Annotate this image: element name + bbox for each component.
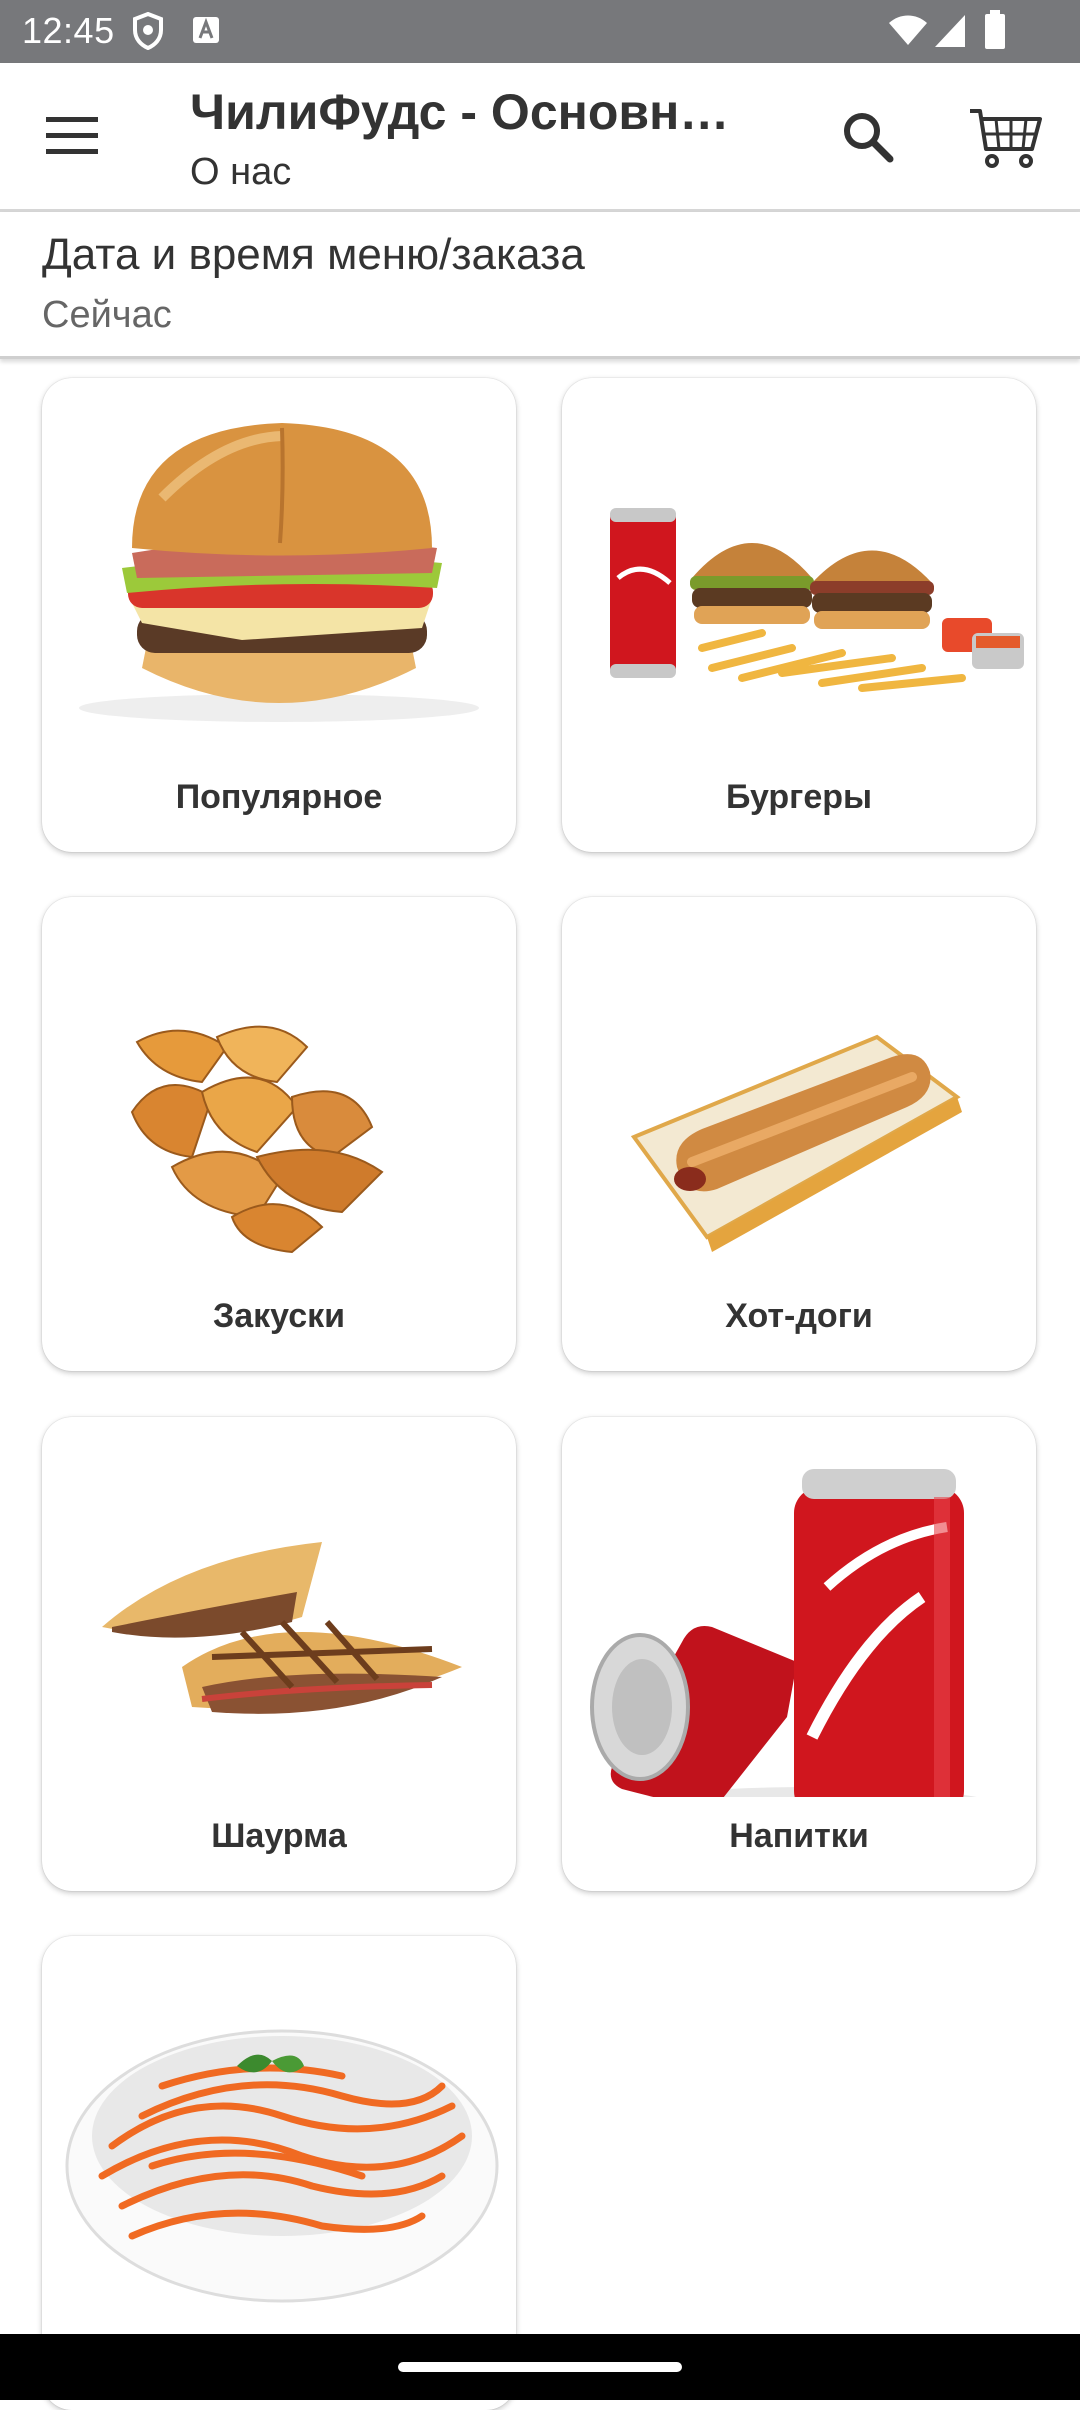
home-gesture-handle[interactable] xyxy=(398,2362,682,2372)
category-name: Напитки xyxy=(729,1817,869,1855)
category-card-burgers[interactable]: Бургеры xyxy=(562,378,1036,852)
order-datetime-selector[interactable]: Дата и время меню/заказа Сейчас xyxy=(0,212,1080,359)
burger-left xyxy=(690,543,814,624)
category-name: Бургеры xyxy=(725,778,873,816)
potato-wedges-image xyxy=(130,1025,384,1254)
category-card-snacks[interactable]: Закуски xyxy=(42,897,516,1371)
cola-cans-image xyxy=(590,1469,977,1797)
wifi-icon xyxy=(889,15,927,45)
shield-icon xyxy=(133,12,163,50)
burger-right xyxy=(810,550,934,629)
cart-icon[interactable] xyxy=(968,103,1044,173)
status-time: 12:45 xyxy=(22,10,115,51)
order-datetime-value: Сейчас xyxy=(42,294,172,336)
category-card-drinks[interactable]: Напитки xyxy=(562,1417,1036,1891)
category-card-shawarma[interactable]: Шаурма xyxy=(42,1417,516,1891)
hotdog-image xyxy=(630,1034,962,1252)
fries xyxy=(698,629,966,692)
status-bar: 12:45 xyxy=(0,0,1080,63)
category-card-hotdogs[interactable]: Хот-доги xyxy=(562,897,1036,1371)
category-name: Хот-доги xyxy=(725,1297,873,1335)
shawarma-image xyxy=(102,1542,462,1714)
system-navigation-bar xyxy=(0,2334,1080,2400)
search-icon[interactable] xyxy=(838,107,898,167)
about-link[interactable]: О нас xyxy=(190,151,291,194)
hamburger-menu-icon[interactable] xyxy=(40,109,104,161)
category-card-popular[interactable]: Популярное xyxy=(42,378,516,852)
burger-image xyxy=(79,423,479,722)
category-name: Шаурма xyxy=(211,1817,347,1855)
cola-can-back xyxy=(794,1469,964,1797)
battery-icon xyxy=(985,10,1005,49)
burgers-combo-image xyxy=(610,508,1024,692)
notification-a-icon xyxy=(193,17,219,43)
carrot-salad-image xyxy=(65,2029,499,2303)
order-datetime-label: Дата и время меню/заказа xyxy=(42,230,585,279)
cola-can xyxy=(610,508,676,678)
cola-can-front xyxy=(590,1626,797,1797)
app-bar: ЧилиФудс - Основн… О нас xyxy=(0,63,1080,212)
page-title: ЧилиФудс - Основн… xyxy=(190,84,730,140)
signal-icon xyxy=(935,15,965,47)
category-name: Популярное xyxy=(175,778,383,816)
category-name: Закуски xyxy=(212,1297,346,1335)
